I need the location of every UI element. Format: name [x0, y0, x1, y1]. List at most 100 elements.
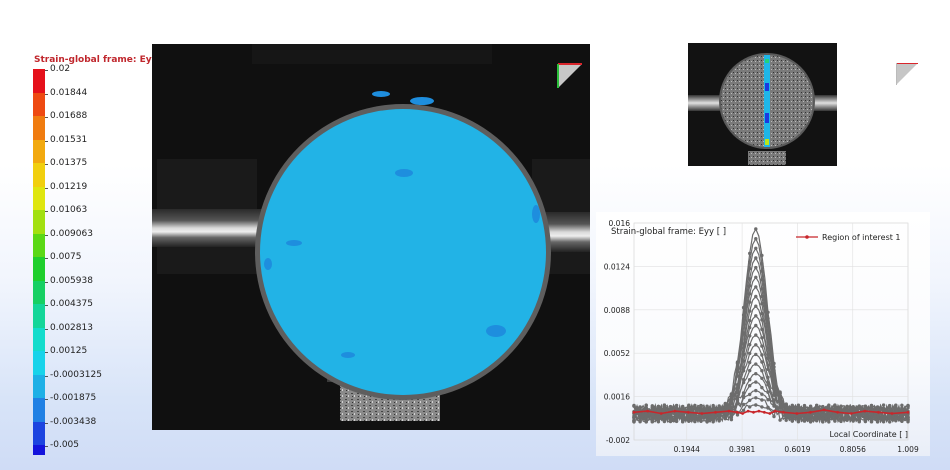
strain-step-point	[754, 237, 758, 241]
strain-step-point	[760, 369, 764, 373]
series-point-roi-1	[752, 410, 755, 414]
legend-tick	[45, 422, 48, 424]
x-tick-label: 0.8056	[840, 445, 866, 454]
series-point-roi-1	[795, 412, 799, 415]
strain-step-point	[760, 398, 764, 402]
strain-step-point	[754, 265, 758, 270]
strain-step-point	[784, 403, 788, 407]
legend-tick	[45, 70, 48, 71]
legend-tick	[45, 93, 48, 95]
legend-swatch	[33, 139, 45, 163]
strain-step-point	[748, 392, 752, 397]
legend-label: 0.00125	[50, 346, 88, 356]
strain-step-point	[705, 408, 709, 412]
strain-step-point	[875, 407, 880, 412]
strain-step-point	[674, 419, 679, 423]
strain-step-point	[760, 318, 764, 322]
strain-step-point	[687, 418, 691, 422]
strain-step-point	[900, 403, 904, 407]
legend-swatch	[33, 233, 45, 257]
legend-tick	[45, 187, 48, 189]
y-tick-label: 0.0052	[604, 349, 630, 358]
strain-step-point	[851, 408, 855, 412]
strain-step-point	[796, 419, 801, 424]
legend-tick	[45, 328, 48, 330]
strain-step-point	[808, 406, 813, 410]
strain-step-point	[790, 413, 794, 417]
legend-swatch	[33, 374, 45, 398]
strain-step-point	[748, 300, 752, 304]
strain-step-point	[741, 395, 746, 400]
series-point-roi-1	[836, 410, 840, 414]
strain-step-point	[796, 403, 801, 407]
series-point-roi-1	[822, 408, 826, 412]
strain-step-point	[827, 414, 831, 418]
strain-step-point	[650, 417, 654, 421]
strain-step-point	[760, 376, 764, 380]
strain-step-point	[888, 420, 892, 424]
thumbnail-view[interactable]	[688, 43, 837, 166]
strain-step-point	[748, 334, 752, 338]
strain-step-point	[748, 368, 752, 373]
x-axis-label: Local Coordinate [ ]	[830, 430, 908, 439]
legend-swatch	[33, 210, 45, 234]
main-strain-view[interactable]	[152, 44, 590, 430]
strain-step-point	[741, 380, 746, 385]
strain-step-point	[656, 418, 661, 422]
series-point-roi-1	[714, 410, 717, 414]
legend-swatch	[33, 327, 45, 351]
chart-svg: 0.0160.01240.00880.00520.0016-0.0020.194…	[604, 219, 919, 454]
strain-step-point	[754, 285, 758, 289]
strain-step-point	[754, 396, 758, 400]
strain-legend: Strain-global frame: Eyy [ ] 0.02 0.01844…	[0, 50, 172, 455]
legend-tick	[45, 234, 48, 236]
strain-step-point	[754, 256, 758, 260]
strain-field	[260, 109, 546, 395]
strain-step-point	[748, 343, 752, 347]
strain-step-point	[766, 406, 770, 410]
y-tick-label: 0.0088	[604, 306, 630, 315]
chart-title: Strain-global frame: Eyy [ ]	[611, 227, 726, 237]
strain-step-point	[729, 399, 734, 403]
series-point-roi-1	[673, 409, 677, 413]
strain-step-point	[851, 419, 855, 423]
series-point-roi-1	[773, 409, 777, 413]
strain-step-point	[741, 402, 746, 407]
strain-step-point	[748, 325, 752, 330]
strain-step-point	[784, 408, 788, 412]
strain-step-point	[827, 418, 831, 422]
strain-step-point	[717, 405, 721, 410]
series-point-roi-1	[646, 409, 649, 413]
strain-step-point	[845, 415, 849, 419]
strain-step-point	[754, 352, 758, 357]
series-point-roi-1	[757, 409, 761, 413]
legend-label: 0.01219	[50, 181, 88, 192]
strain-step-point	[741, 369, 746, 373]
strain-step-point	[711, 404, 715, 409]
strain-step-point	[802, 417, 807, 422]
strain-step-point	[754, 333, 758, 337]
legend-swatch	[33, 186, 45, 210]
series-point-roi-1	[762, 410, 766, 414]
strain-line-chart[interactable]: 0.016 0.0124 0.0088 0.0052 0.0016 -0.002 0.194…	[596, 212, 930, 456]
strain-step-point	[821, 416, 825, 420]
strain-step-point	[881, 420, 886, 424]
strain-step-point	[863, 419, 868, 423]
x-tick-label: 0.3981	[729, 445, 755, 454]
series-point-roi-1	[700, 412, 704, 415]
strain-step-point	[754, 388, 758, 393]
legend-tick	[45, 446, 48, 447]
strain-step-point	[760, 360, 764, 364]
series-point-roi-1	[686, 410, 690, 414]
series-point-roi-1	[877, 410, 880, 414]
strain-step-point	[881, 408, 886, 412]
strain-step-point	[754, 372, 758, 376]
legend-swatch	[33, 69, 45, 93]
strain-step-point	[644, 414, 648, 419]
strain-step-point	[644, 403, 648, 407]
legend-tick	[45, 117, 48, 118]
strain-step-point	[717, 413, 721, 418]
series-point-roi-1	[782, 410, 785, 414]
strain-step-point	[772, 400, 776, 404]
strain-step-point	[790, 418, 794, 422]
